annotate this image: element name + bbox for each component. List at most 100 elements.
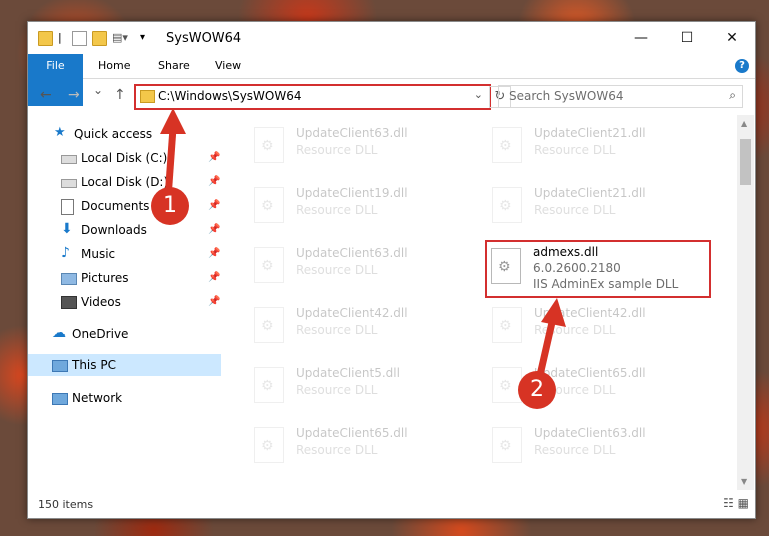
computer-icon (52, 360, 68, 372)
dll-file-icon (492, 307, 522, 343)
customize-toolbar-icon[interactable]: ▤▾ (112, 31, 130, 44)
dll-file-icon (491, 248, 521, 284)
file-item[interactable]: UpdateClient21.dll Resource DLL (486, 119, 716, 171)
dll-file-icon (254, 367, 284, 403)
file-description: Resource DLL (296, 323, 378, 337)
new-folder-icon[interactable] (92, 31, 107, 46)
file-item[interactable]: UpdateClient21.dll Resource DLL (486, 179, 716, 231)
file-item[interactable]: UpdateClient65.dll Resource DLL (248, 419, 478, 471)
dll-file-icon (254, 127, 284, 163)
file-item[interactable]: UpdateClient63.dll Resource DLL (486, 419, 716, 471)
pin-icon[interactable]: 📌 (208, 291, 220, 313)
view-toggle-icons[interactable]: ☷ ▦ (723, 496, 749, 510)
file-version: 6.0.2600.2180 (533, 261, 621, 275)
address-path: C:\Windows\SysWOW64 (158, 89, 302, 103)
file-item[interactable]: UpdateClient63.dll Resource DLL (248, 239, 478, 291)
file-name: UpdateClient42.dll (534, 306, 646, 320)
item-count: 150 items (38, 498, 94, 511)
folder-icon (38, 31, 53, 46)
file-description: Resource DLL (296, 263, 378, 277)
sidebar-item-label: Local Disk (C:) (81, 151, 168, 165)
sidebar-item-this-pc[interactable]: This PC (28, 354, 221, 376)
star-icon: ★ (54, 125, 66, 140)
pin-icon[interactable]: 📌 (208, 147, 220, 169)
up-button[interactable]: ↑ (114, 87, 126, 103)
ribbon-tabs: File Home Share View ? (28, 54, 755, 106)
file-item[interactable]: UpdateClient42.dll Resource DLL (248, 299, 478, 351)
file-item[interactable]: UpdateClient5.dll Resource DLL (248, 359, 478, 411)
close-button[interactable]: ✕ (709, 22, 755, 54)
file-description: IIS AdminEx sample DLL (533, 277, 679, 291)
file-name: UpdateClient65.dll (296, 426, 408, 440)
downloads-icon: ⬇ (61, 221, 73, 237)
file-item[interactable]: UpdateClient63.dll Resource DLL (248, 119, 478, 171)
minimize-button[interactable]: — (618, 22, 664, 54)
sidebar-item-label: Local Disk (D:) (81, 175, 169, 189)
scrollbar-thumb[interactable] (740, 139, 751, 185)
file-name: UpdateClient19.dll (296, 186, 408, 200)
vertical-scrollbar[interactable]: ▲ ▼ (737, 115, 754, 490)
sidebar-item-label: Videos (81, 295, 121, 309)
file-name: UpdateClient63.dll (296, 246, 408, 260)
file-name: UpdateClient5.dll (296, 366, 400, 380)
navigation-pane: ★ Quick access Local Disk (C:) 📌 Local D… (28, 115, 223, 490)
file-name: UpdateClient63.dll (534, 426, 646, 440)
file-list: UpdateClient63.dll Resource DLL UpdateCl… (224, 115, 737, 490)
help-icon[interactable]: ? (735, 59, 749, 73)
sidebar-item-label: Pictures (81, 271, 129, 285)
search-input[interactable]: Search SysWOW64 ⌕ (498, 85, 743, 108)
properties-icon[interactable] (72, 31, 87, 46)
file-description: Resource DLL (534, 143, 616, 157)
sidebar-item-label: Quick access (74, 127, 153, 141)
back-button[interactable]: ← (40, 87, 52, 103)
file-item[interactable]: UpdateClient19.dll Resource DLL (248, 179, 478, 231)
file-description: Resource DLL (534, 203, 616, 217)
dll-file-icon (254, 187, 284, 223)
recent-locations-button[interactable]: ⌄ (93, 83, 103, 97)
pin-icon[interactable]: 📌 (208, 219, 220, 241)
address-bar[interactable]: C:\Windows\SysWOW64 ⌄ (134, 84, 491, 110)
tab-share[interactable]: Share (146, 54, 202, 78)
chevron-down-icon[interactable]: ⌄ (474, 88, 483, 101)
sidebar-item-label: Network (72, 391, 123, 405)
music-icon: ♪ (61, 245, 70, 261)
dll-file-icon (254, 307, 284, 343)
file-name: UpdateClient63.dll (296, 126, 408, 140)
cloud-icon: ☁ (52, 325, 66, 341)
search-icon: ⌕ (729, 88, 736, 102)
dll-file-icon (254, 427, 284, 463)
videos-icon (61, 296, 77, 309)
step-2-badge: 2 (518, 371, 556, 409)
file-description: Resource DLL (296, 203, 378, 217)
file-description: Resource DLL (296, 383, 378, 397)
file-name: UpdateClient21.dll (534, 186, 646, 200)
scroll-down-icon[interactable]: ▼ (741, 477, 747, 486)
file-item[interactable]: UpdateClient42.dll Resource DLL (486, 299, 716, 351)
scroll-up-icon[interactable]: ▲ (741, 119, 747, 128)
folder-icon (140, 90, 155, 103)
file-description: Resource DLL (296, 143, 378, 157)
dll-file-icon (492, 427, 522, 463)
file-name: admexs.dll (533, 245, 599, 259)
network-icon (52, 393, 68, 405)
quick-access-dropdown-icon[interactable]: ▾ (140, 31, 153, 44)
dll-file-icon (492, 187, 522, 223)
pin-icon[interactable]: 📌 (208, 171, 220, 193)
tab-home[interactable]: Home (86, 54, 142, 78)
drive-icon (61, 155, 77, 164)
dll-file-icon (254, 247, 284, 283)
sidebar-item-label: Downloads (81, 223, 147, 237)
search-placeholder: Search SysWOW64 (509, 89, 624, 103)
forward-button[interactable]: → (68, 87, 80, 103)
pin-icon[interactable]: 📌 (208, 243, 220, 265)
pin-icon[interactable]: 📌 (208, 195, 220, 217)
pictures-icon (61, 273, 77, 285)
maximize-button[interactable]: ☐ (664, 22, 710, 54)
tab-view[interactable]: View (203, 54, 253, 78)
dll-file-icon (492, 127, 522, 163)
file-description: Resource DLL (296, 443, 378, 457)
navigation-bar: ← → ⌄ ↑ C:\Windows\SysWOW64 ⌄ ↻ Search S… (28, 79, 755, 113)
pin-icon[interactable]: 📌 (208, 267, 220, 289)
file-item-admexs[interactable]: admexs.dll 6.0.2600.2180 IIS AdminEx sam… (485, 240, 711, 298)
window-title: SysWOW64 (166, 31, 242, 46)
